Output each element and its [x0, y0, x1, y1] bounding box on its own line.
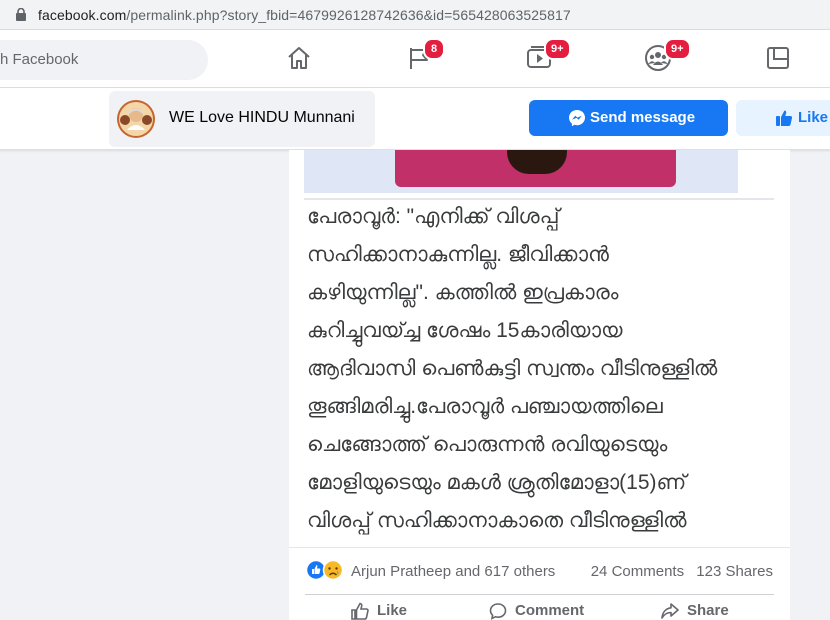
post-text: പേരാവൂർ: "എനിക്ക് വിശപ്പ് സഹിക്കാനാകുന്ന…: [289, 200, 790, 548]
search-placeholder: h Facebook: [0, 51, 79, 68]
share-action-label: Share: [687, 602, 729, 619]
comment-action-label: Comment: [515, 602, 585, 619]
comment-icon: [489, 603, 507, 620]
post-text-line: മോളിയുടെയും മകൾ ശ്രുതിമോളാ(15)ണ്: [307, 471, 687, 494]
post-text-line: തൂങ്ങിമരിച്ചു.പേരാവൂർ പഞ്ചായത്തിലെ: [307, 395, 663, 418]
like-icon: [351, 602, 369, 620]
post-text-line: പേരാവൂർ: "എനിക്ക് വിശപ്പ്: [307, 205, 560, 228]
thumbs-up-icon: [776, 110, 793, 126]
page-name: WE Love HINDU Munnani: [169, 109, 355, 126]
post-card: പേരാവൂർ: "എനിക്ക് വിശപ്പ് സഹിക്കാനാകുന്ന…: [289, 150, 790, 620]
send-message-label: Send message: [590, 109, 696, 126]
thumbs-up-reaction-icon: [306, 559, 327, 581]
gaming-icon[interactable]: [764, 44, 792, 72]
send-message-button[interactable]: Send message: [529, 100, 728, 136]
pages-notification-badge: 8: [423, 38, 445, 60]
post-text-line: കഴിയുന്നില്ല". കത്തിൽ ഇപ്രകാരം: [307, 281, 619, 304]
post-text-line: വിശപ്പ് സഹിക്കാനാകാതെ വീടിനുള്ളിൽ: [307, 509, 687, 532]
like-page-button[interactable]: Like: [736, 100, 830, 136]
url-host: facebook.com: [38, 7, 127, 23]
search-input[interactable]: h Facebook: [0, 40, 208, 80]
post-text-line: ആദിവാസി പെൺകുട്ടി സ്വന്തം വീടിനുള്ളിൽ: [307, 357, 718, 380]
facebook-top-nav: h Facebook 8 9+ 9+: [0, 30, 830, 88]
avatar-image: [117, 100, 155, 138]
like-label: Like: [798, 109, 829, 126]
post-text-line: കുറിച്ചുവയ്ച്ച ശേഷം 15കാരിയായ: [307, 319, 623, 342]
post-image[interactable]: [304, 150, 738, 193]
like-action-label: Like: [377, 602, 408, 619]
browser-url-bar[interactable]: facebook.com/permalink.php?story_fbid=46…: [0, 0, 830, 30]
post-counts: 24 Comments 123 Shares: [591, 563, 773, 580]
reaction-icons[interactable]: [306, 559, 346, 581]
groups-notification-badge: 9+: [664, 38, 691, 60]
post-text-line: സഹിക്കാനാകുന്നില്ല. ജീവിക്കാൻ: [307, 243, 609, 266]
home-icon[interactable]: [285, 44, 313, 72]
shares-count[interactable]: 123 Shares: [696, 563, 773, 580]
page-profile-link[interactable]: WE Love HINDU Munnani: [109, 91, 375, 147]
comment-action-button[interactable]: Comment: [489, 602, 584, 620]
sad-reaction-icon: [322, 559, 344, 581]
like-action-button[interactable]: Like: [351, 602, 407, 620]
lock-icon: [16, 8, 26, 21]
stats-divider: [289, 547, 790, 548]
share-action-button[interactable]: Share: [661, 602, 729, 620]
reaction-names[interactable]: Arjun Pratheep and 617 others: [351, 563, 555, 580]
share-icon: [661, 603, 679, 619]
comments-count[interactable]: 24 Comments: [591, 563, 684, 580]
watch-notification-badge: 9+: [544, 38, 571, 60]
post-text-line: ചെങ്ങോത്ത് പൊരുന്നൻ രവിയുടെയും: [307, 433, 668, 456]
post-image-content: [395, 150, 676, 187]
url-text[interactable]: facebook.com/permalink.php?story_fbid=46…: [38, 7, 571, 23]
page-header-bar: WE Love HINDU Munnani Send message Like: [0, 88, 830, 150]
page-avatar[interactable]: [117, 100, 155, 138]
messenger-icon: [569, 110, 585, 127]
post-image-hair: [507, 150, 567, 174]
url-path: /permalink.php?story_fbid=46799261287426…: [126, 7, 571, 23]
actions-divider: [305, 594, 774, 595]
